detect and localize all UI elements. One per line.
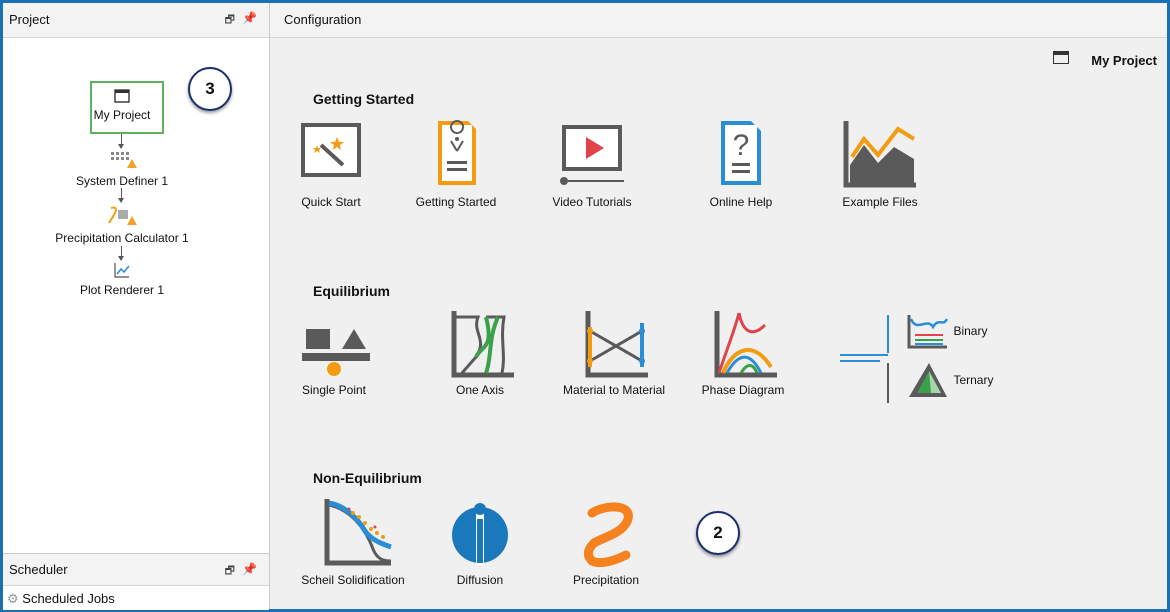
tree-node-my-project[interactable]: My Project — [37, 89, 207, 122]
video-tutorials-label: Video Tutorials — [552, 195, 632, 209]
tree-node-plot-renderer[interactable]: Plot Renderer 1 — [37, 262, 207, 297]
scheduled-jobs-item[interactable]: ⚙ Scheduled Jobs — [7, 591, 115, 607]
binary-label: Binary — [953, 324, 988, 338]
section-title-non-equilibrium: Non-Equilibrium — [313, 470, 422, 486]
phase-diagram-button[interactable]: Phase Diagram — [683, 309, 803, 397]
online-help-label: Online Help — [709, 195, 773, 209]
phase-diagram-icon — [714, 311, 777, 378]
single-point-button[interactable]: Single Point — [274, 309, 394, 397]
getting-started-button[interactable]: Getting Started — [396, 115, 516, 209]
system-definer-icon — [111, 152, 137, 168]
binary-icon — [907, 315, 949, 349]
example-files-label: Example Files — [842, 195, 918, 209]
restore-icon[interactable]: 🗗 — [225, 562, 235, 581]
quick-start-icon — [301, 123, 361, 177]
precipitation-calculator-icon — [108, 206, 137, 225]
tree-node-label: Plot Renderer 1 — [79, 283, 165, 297]
configuration-panel: Configuration My Project Getting Started… — [270, 3, 1167, 609]
scheduler-panel: Scheduler 🗗 📌 ⚙ Scheduled Jobs — [3, 553, 269, 610]
pin-icon[interactable]: 📌 — [242, 11, 257, 25]
section-title-equilibrium: Equilibrium — [313, 283, 390, 299]
gear-icon: ⚙ — [7, 591, 19, 606]
tree-node-label: My Project — [93, 108, 151, 122]
callout-badge-2: 2 — [696, 511, 740, 555]
tree-arrow — [118, 198, 124, 203]
tree-node-label: Precipitation Calculator 1 — [55, 231, 189, 245]
single-point-icon — [302, 329, 370, 376]
scheil-solidification-icon — [324, 499, 392, 566]
material-to-material-label: Material to Material — [562, 383, 666, 397]
precipitation-icon — [583, 502, 633, 568]
tree-arrow — [118, 256, 124, 261]
window-icon — [1053, 51, 1069, 64]
scheduler-panel-title: Scheduler — [9, 562, 68, 577]
scheil-solidification-button[interactable]: Scheil Solidification — [287, 497, 419, 587]
online-help-icon: ? — [721, 121, 761, 185]
project-panel: Project 🗗 📌 My Project System Definer 1 — [3, 3, 270, 610]
section-title-getting-started: Getting Started — [313, 91, 415, 107]
getting-started-label: Getting Started — [415, 195, 497, 209]
material-to-material-button[interactable]: Material to Material — [554, 309, 674, 397]
restore-icon[interactable]: 🗗 — [225, 11, 235, 30]
tree-node-precipitation-calculator[interactable]: Precipitation Calculator 1 — [37, 204, 207, 245]
project-panel-header: Project 🗗 📌 — [3, 3, 269, 38]
example-files-icon — [843, 121, 916, 188]
quick-start-label: Quick Start — [301, 195, 361, 209]
binary-button[interactable]: Binary — [907, 313, 987, 349]
project-panel-title: Project — [9, 12, 50, 27]
tree-node-label: System Definer 1 — [75, 174, 169, 188]
diffusion-label: Diffusion — [456, 573, 504, 587]
one-axis-button[interactable]: One Axis — [420, 309, 540, 397]
binary-ternary-bracket — [840, 315, 889, 403]
diffusion-icon — [452, 503, 508, 565]
precipitation-label: Precipitation — [572, 573, 640, 587]
ternary-icon — [909, 363, 947, 397]
single-point-label: Single Point — [301, 383, 367, 397]
video-tutorials-icon — [560, 125, 624, 185]
configuration-title: Configuration — [284, 12, 362, 27]
one-axis-label: One Axis — [455, 383, 505, 397]
online-help-button[interactable]: ? Online Help — [681, 115, 801, 209]
window-icon — [114, 89, 130, 103]
quick-start-button[interactable]: Quick Start — [271, 115, 391, 209]
one-axis-icon — [451, 311, 514, 378]
callout-badge-3: 3 — [188, 67, 232, 111]
svg-text:?: ? — [733, 129, 750, 162]
configuration-header: Configuration — [270, 3, 1167, 38]
getting-started-icon — [438, 120, 476, 185]
scheil-solidification-label: Scheil Solidification — [301, 573, 405, 587]
project-name-label: My Project — [1091, 53, 1157, 68]
example-files-button[interactable]: Example Files — [820, 115, 940, 209]
tree-node-system-definer[interactable]: System Definer 1 — [37, 149, 207, 188]
phase-diagram-label: Phase Diagram — [701, 383, 785, 397]
precipitation-button[interactable]: Precipitation — [546, 497, 666, 587]
ternary-label: Ternary — [953, 373, 994, 387]
scheduler-panel-header: Scheduler 🗗 📌 — [3, 554, 269, 586]
ternary-button[interactable]: Ternary — [907, 361, 993, 399]
plot-renderer-icon — [114, 263, 130, 278]
pin-icon[interactable]: 📌 — [242, 562, 257, 576]
app-window: Project 🗗 📌 My Project System Definer 1 — [3, 3, 1167, 610]
video-tutorials-button[interactable]: Video Tutorials — [532, 115, 652, 209]
diffusion-button[interactable]: Diffusion — [420, 497, 540, 587]
scheduled-jobs-label: Scheduled Jobs — [22, 591, 115, 606]
material-to-material-icon — [585, 311, 648, 378]
